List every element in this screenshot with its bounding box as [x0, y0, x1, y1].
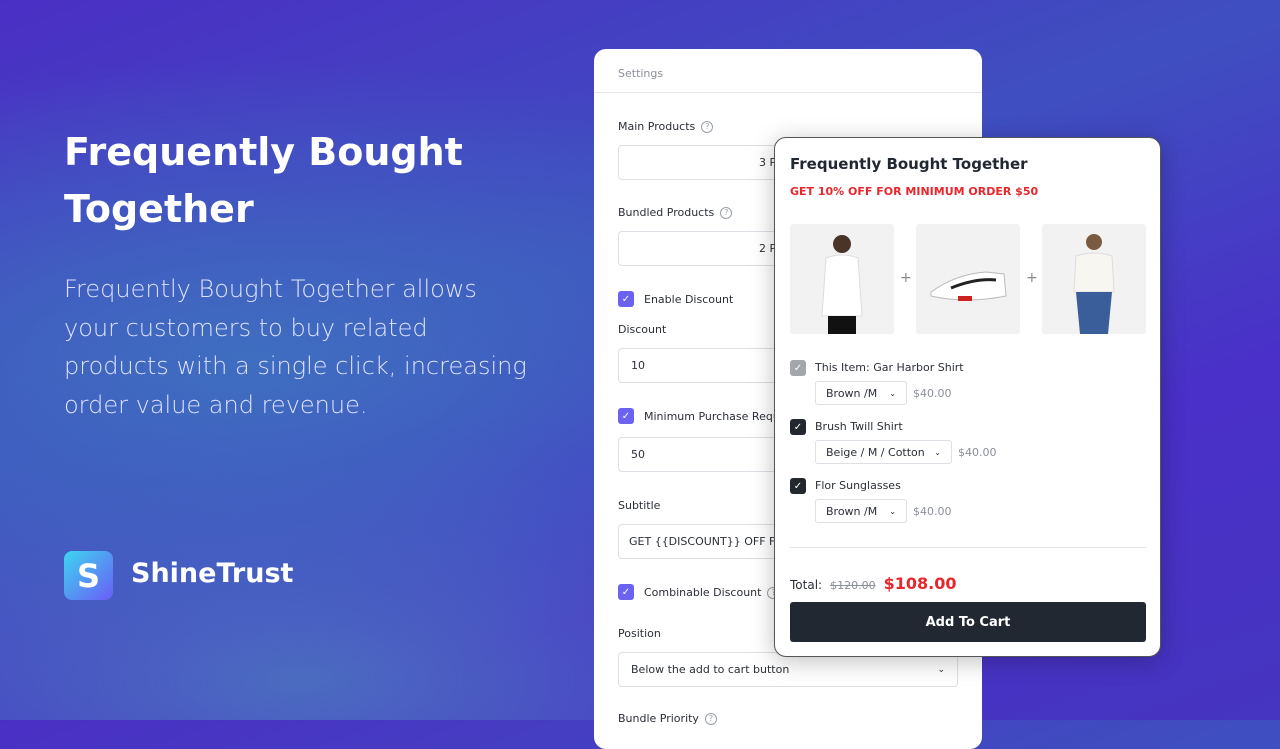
add-to-cart-button[interactable]: Add To Cart	[790, 602, 1146, 642]
chevron-down-icon: ⌄	[889, 506, 896, 516]
item-checkbox[interactable]: ✓	[790, 419, 806, 435]
help-icon[interactable]: ?	[720, 206, 733, 219]
item-price: $40.00	[958, 446, 997, 459]
label-text: Combinable Discount	[644, 586, 762, 599]
variant-value: Brown /M	[826, 504, 878, 518]
hero-description: Frequently Bought Together allows your c…	[64, 275, 527, 419]
variant-select[interactable]: Beige / M / Cotton ⌄	[815, 440, 952, 464]
divider	[790, 547, 1146, 548]
bundle-priority-label: Bundle Priority?	[618, 712, 717, 725]
variant-select[interactable]: Brown /M ⌄	[815, 381, 907, 405]
position-label: Position	[618, 627, 661, 640]
logo-letter: S	[76, 556, 101, 595]
variant-select[interactable]: Brown /M ⌄	[815, 499, 907, 523]
product-image-blouse[interactable]	[1042, 224, 1146, 334]
position-value: Below the add to cart button	[631, 663, 790, 676]
subtitle-label: Subtitle	[618, 499, 661, 512]
bundled-products-label: Bundled Products?	[618, 206, 733, 219]
label-text: Bundled Products	[618, 206, 715, 219]
original-total: $120.00	[830, 579, 876, 592]
help-icon[interactable]: ?	[701, 120, 714, 133]
product-image-sneaker[interactable]	[916, 224, 1020, 334]
total-row: Total: $120.00 $108.00	[790, 574, 956, 593]
plus-icon: +	[900, 270, 912, 286]
discounted-total: $108.00	[883, 574, 957, 593]
shinetrust-logo: S	[64, 551, 113, 600]
chevron-down-icon: ⌄	[937, 664, 945, 675]
position-select[interactable]: Below the add to cart button ⌄	[618, 652, 958, 687]
product-image-shirt[interactable]	[790, 224, 894, 334]
item-checkbox[interactable]: ✓	[790, 360, 806, 376]
variant-value: Beige / M / Cotton	[826, 445, 925, 459]
widget-subtitle: GET 10% OFF FOR MINIMUM ORDER $50	[790, 185, 1039, 198]
widget-title: Frequently Bought Together	[790, 155, 1028, 173]
item-price: $40.00	[913, 387, 952, 400]
chevron-down-icon: ⌄	[889, 388, 896, 398]
combinable-discount-checkbox[interactable]: ✓	[618, 584, 634, 600]
label-text: Bundle Priority	[618, 712, 699, 725]
item-name: This Item: Gar Harbor Shirt	[815, 361, 964, 374]
item-name: Brush Twill Shirt	[815, 420, 903, 433]
main-products-label: Main Products?	[618, 120, 714, 133]
enable-discount-label: Enable Discount	[644, 293, 734, 306]
total-label: Total:	[790, 578, 823, 592]
combinable-discount-label: Combinable Discount?	[644, 586, 780, 599]
item-name: Flor Sunglasses	[815, 479, 901, 492]
discount-label: Discount	[618, 323, 667, 336]
item-price: $40.00	[913, 505, 952, 518]
help-icon[interactable]: ?	[704, 712, 717, 725]
bundle-widget: Frequently Bought Together GET 10% OFF F…	[774, 137, 1161, 657]
chevron-down-icon: ⌄	[934, 447, 941, 457]
brand-name: ShineTrust	[131, 558, 294, 589]
item-checkbox[interactable]: ✓	[790, 478, 806, 494]
enable-discount-checkbox[interactable]: ✓	[618, 291, 634, 307]
plus-icon: +	[1026, 270, 1038, 286]
minimum-purchase-checkbox[interactable]: ✓	[618, 408, 634, 424]
hero-title: Frequently Bought Together	[64, 130, 463, 231]
variant-value: Brown /M	[826, 386, 878, 400]
settings-header: Settings	[594, 49, 982, 93]
label-text: Main Products	[618, 120, 696, 133]
